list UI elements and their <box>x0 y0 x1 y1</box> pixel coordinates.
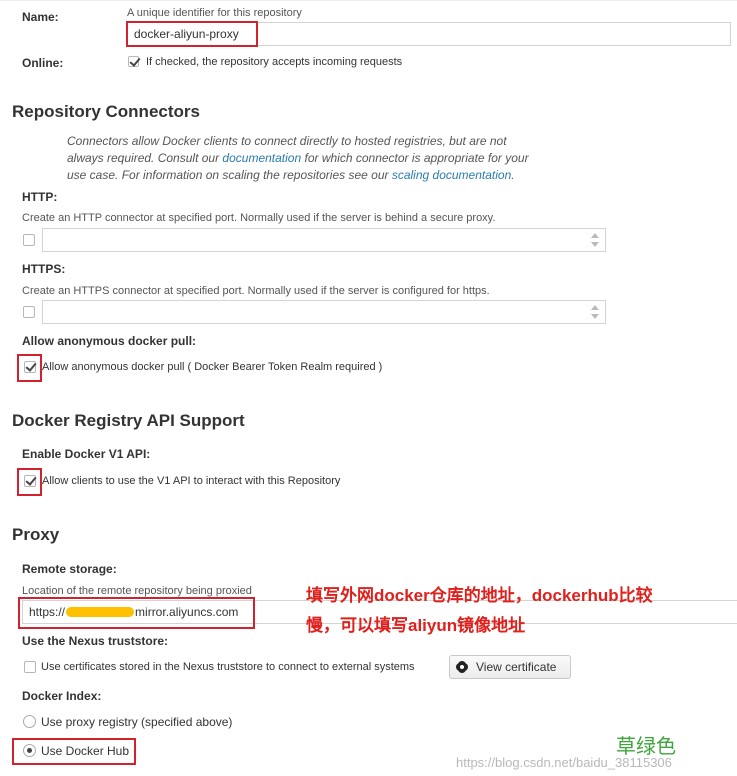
online-label: Online: <box>22 56 64 70</box>
gear-icon <box>456 661 468 673</box>
section-title-api: Docker Registry API Support <box>12 411 245 430</box>
intro-text: use case. For information on scaling the… <box>67 168 392 182</box>
https-help: Create an HTTPS connector at specified p… <box>22 285 490 297</box>
http-help: Create an HTTP connector at specified po… <box>22 212 496 224</box>
online-checkbox[interactable] <box>128 56 139 67</box>
http-port-input[interactable] <box>42 228 606 252</box>
section-title-connectors: Repository Connectors <box>12 102 200 121</box>
documentation-link[interactable]: documentation <box>222 151 301 165</box>
index-proxy-registry-radio[interactable] <box>23 715 36 728</box>
name-label: Name: <box>22 10 59 24</box>
view-certificate-label: View certificate <box>476 660 557 674</box>
top-divider <box>0 0 737 1</box>
scaling-documentation-link[interactable]: scaling documentation <box>392 168 511 182</box>
index-proxy-registry-text: Use proxy registry (specified above) <box>41 715 233 729</box>
anon-pull-text: Allow anonymous docker pull ( Docker Bea… <box>42 361 383 373</box>
remote-storage-label: Remote storage: <box>22 562 117 576</box>
connectors-intro-line-1: Connectors allow Docker clients to conne… <box>67 134 507 148</box>
http-checkbox[interactable] <box>23 234 35 246</box>
v1-api-highlight <box>17 468 42 496</box>
truststore-text: Use certificates stored in the Nexus tru… <box>41 661 415 673</box>
connectors-intro-line-2: always required. Consult our documentati… <box>67 150 587 167</box>
online-checkbox-text: If checked, the repository accepts incom… <box>146 56 403 68</box>
truststore-label: Use the Nexus truststore: <box>22 634 169 648</box>
http-label: HTTP: <box>22 190 58 204</box>
view-certificate-button[interactable]: View certificate <box>449 655 571 679</box>
docker-hub-highlight <box>12 738 136 765</box>
intro-text: . <box>511 168 515 182</box>
annotation-line-1: 填写外网docker仓库的地址，dockerhub比较 <box>306 586 653 605</box>
remote-storage-highlight <box>18 597 255 629</box>
anon-pull-highlight <box>17 354 42 382</box>
intro-text: always required. Consult our <box>67 151 223 165</box>
truststore-checkbox[interactable] <box>24 661 36 673</box>
watermark: https://blog.csdn.net/baidu_38115306 <box>456 755 672 770</box>
https-label: HTTPS: <box>22 262 66 276</box>
remote-storage-help: Location of the remote repository being … <box>22 585 252 597</box>
https-port-spinner-icon[interactable] <box>591 305 599 319</box>
section-title-proxy: Proxy <box>12 525 60 544</box>
annotation-text: 填写外网docker仓库的地址，dockerhub比较 慢，可以填写aliyun… <box>306 581 736 641</box>
v1-api-label: Enable Docker V1 API: <box>22 447 151 461</box>
intro-text: for which connector is appropriate for y… <box>301 151 529 165</box>
connectors-intro-line-3: use case. For information on scaling the… <box>67 167 587 184</box>
https-checkbox[interactable] <box>23 306 35 318</box>
name-highlight <box>126 21 258 47</box>
name-help: A unique identifier for this repository <box>127 7 302 19</box>
docker-index-label: Docker Index: <box>22 689 102 703</box>
annotation-line-2: 慢，可以填写aliyun镜像地址 <box>306 616 526 635</box>
connectors-intro: Connectors allow Docker clients to conne… <box>67 133 587 184</box>
v1-api-text: Allow clients to use the V1 API to inter… <box>42 475 341 487</box>
anon-pull-label: Allow anonymous docker pull: <box>22 334 197 348</box>
http-port-spinner-icon[interactable] <box>591 233 599 247</box>
https-port-input[interactable] <box>42 300 606 324</box>
